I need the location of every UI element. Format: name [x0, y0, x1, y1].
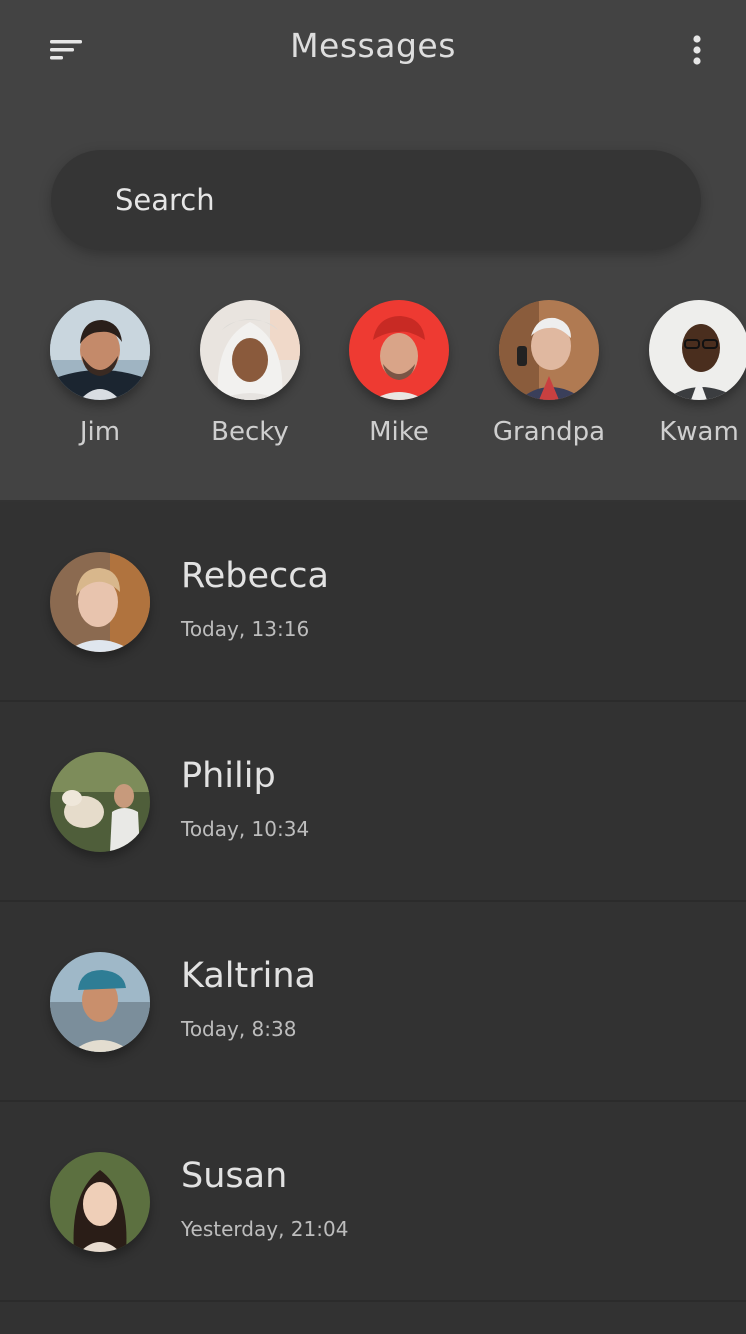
avatar — [349, 300, 449, 400]
story-becky[interactable]: Becky — [175, 300, 325, 470]
conversation-item-partial[interactable] — [0, 1302, 746, 1334]
more-vertical-icon[interactable] — [680, 30, 714, 70]
contact-name: Rebecca — [181, 556, 329, 596]
page-title: Messages — [290, 26, 456, 65]
message-time: Today, 10:34 — [181, 817, 310, 841]
message-time: Yesterday, 21:04 — [181, 1217, 349, 1241]
message-time: Today, 8:38 — [181, 1017, 297, 1041]
story-jim[interactable]: Jim — [25, 300, 175, 470]
avatar — [50, 752, 150, 852]
story-grandpa[interactable]: Grandpa — [474, 300, 624, 470]
conversation-item[interactable]: Philip Today, 10:34 — [0, 702, 746, 900]
search-bar — [51, 150, 701, 250]
avatar — [50, 952, 150, 1052]
avatar — [50, 1152, 150, 1252]
contact-name: Kaltrina — [181, 956, 316, 996]
contact-name: Philip — [181, 756, 276, 796]
conversation-item[interactable]: Susan Yesterday, 21:04 — [0, 1102, 746, 1300]
avatar — [499, 300, 599, 400]
message-time: Today, 13:16 — [181, 617, 310, 641]
app-header: Messages — [0, 0, 746, 96]
conversation-item[interactable]: Rebecca Today, 13:16 — [0, 502, 746, 700]
avatar — [649, 300, 746, 400]
search-input[interactable] — [115, 150, 675, 250]
avatar — [50, 300, 150, 400]
avatar — [50, 552, 150, 652]
conversation-item[interactable]: Kaltrina Today, 8:38 — [0, 902, 746, 1100]
avatar — [200, 300, 300, 400]
story-mike[interactable]: Mike — [324, 300, 474, 470]
stories-row: Jim Becky Mike Grandpa Kwam — [0, 300, 746, 470]
story-kwam[interactable]: Kwam — [624, 300, 746, 470]
story-name: Kwam — [659, 417, 739, 447]
contact-name: Susan — [181, 1156, 288, 1196]
